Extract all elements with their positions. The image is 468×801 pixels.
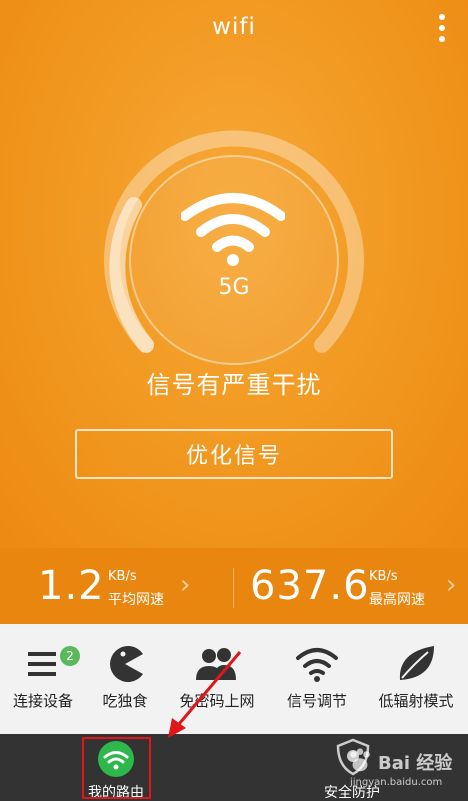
- tool-signal-adjust[interactable]: 信号调节: [270, 624, 364, 734]
- speed-bar: 1.2 KB/s 平均网速 › 637.6 KB/s 最高网速 ›: [0, 548, 468, 624]
- signal-status-text: 信号有严重干扰: [146, 371, 322, 399]
- tool-low-radiation[interactable]: 低辐射模式: [364, 624, 468, 734]
- tool-connected-devices[interactable]: 2 连接设备: [0, 624, 86, 734]
- paw-icon: [350, 748, 370, 772]
- more-vertical-icon[interactable]: [434, 14, 450, 42]
- chevron-right-icon: ›: [446, 570, 457, 600]
- tool-label: 吃独食: [102, 692, 148, 710]
- annotation-arrow: [168, 651, 242, 738]
- tool-label: 信号调节: [286, 692, 347, 710]
- leaf-icon: [399, 646, 434, 680]
- wifi-signal-icon: [296, 648, 338, 682]
- tool-hog-bandwidth[interactable]: 吃独食: [86, 624, 164, 734]
- max-speed-cell[interactable]: 637.6 KB/s 最高网速 ›: [234, 548, 468, 624]
- max-speed-unit: KB/s: [369, 569, 398, 584]
- avg-speed-unit: KB/s: [108, 569, 137, 584]
- device-count-badge: 2: [60, 646, 80, 666]
- wifi-band-label: 5G: [218, 275, 250, 300]
- tool-label: 低辐射模式: [378, 692, 454, 710]
- pacman-icon: [110, 646, 143, 682]
- watermark-main: Bai 经验: [378, 753, 453, 774]
- highlight-box: [82, 737, 151, 799]
- avg-speed-value: 1.2: [38, 563, 105, 609]
- tool-label: 连接设备: [12, 692, 73, 710]
- app-title: wifi: [212, 14, 256, 40]
- max-speed-value: 637.6: [250, 563, 370, 609]
- watermark-sub: jingyan.baidu.com: [350, 777, 443, 788]
- wifi-icon: [181, 193, 285, 266]
- speed-divider: [233, 568, 234, 608]
- hero-panel: wifi 5G 信号有严重干扰 优化信号: [0, 0, 468, 548]
- avg-speed-cell[interactable]: 1.2 KB/s 平均网速 ›: [0, 548, 233, 624]
- max-speed-label: 最高网速: [369, 592, 425, 608]
- avg-speed-label: 平均网速: [108, 592, 164, 608]
- optimize-signal-button[interactable]: 优化信号: [75, 429, 393, 479]
- chevron-right-icon: ›: [180, 570, 191, 600]
- watermark: Bai 经验 jingyan.baidu.com: [338, 745, 468, 797]
